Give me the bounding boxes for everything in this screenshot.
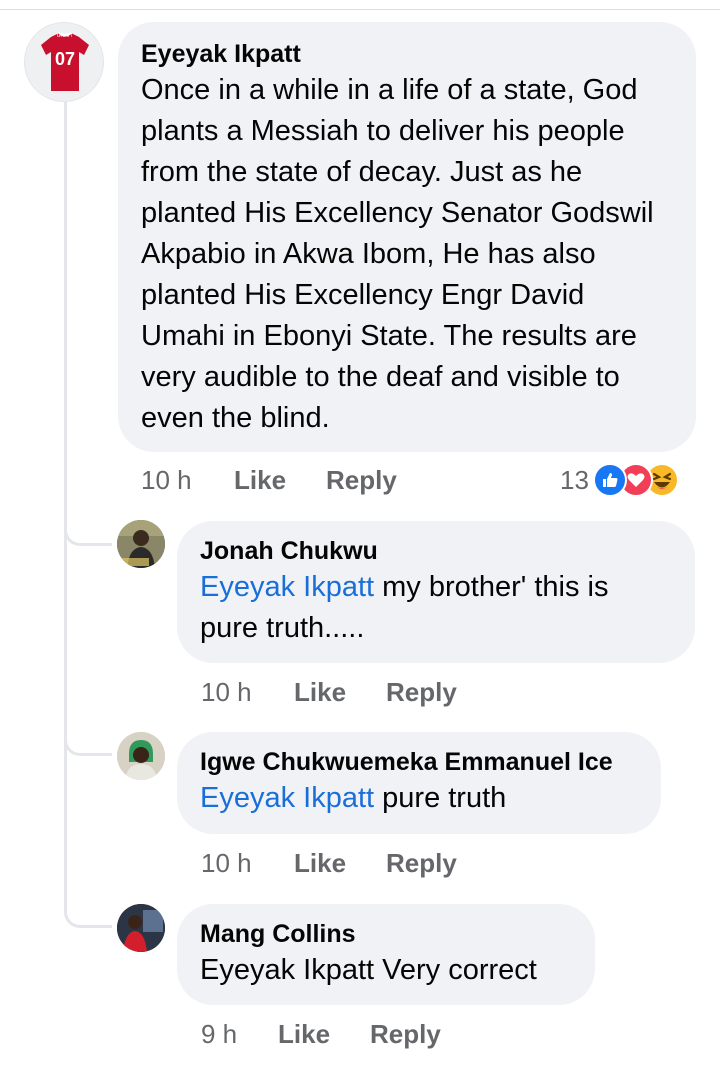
like-button[interactable]: Like (294, 848, 386, 879)
comment-text: Once in a while in a life of a state, Go… (141, 74, 654, 434)
avatar-number: 07 (55, 49, 75, 69)
reply-author[interactable]: Igwe Chukwuemeka Emmanuel Ice (200, 746, 639, 778)
avatar[interactable] (117, 904, 165, 952)
profile-photo-icon (117, 732, 165, 780)
thread-connector (64, 518, 112, 546)
comment-actions: 10 h Like Reply (141, 462, 397, 498)
svg-text:GRATT: GRATT (57, 33, 74, 39)
reply-bubble: Jonah Chukwu Eyeyak Ikpatt my brother' t… (177, 521, 695, 663)
comment-time[interactable]: 10 h (141, 465, 234, 496)
profile-photo-icon (117, 904, 165, 952)
like-icon (592, 463, 627, 497)
mention-link[interactable]: Eyeyak Ikpatt (200, 571, 374, 603)
reply-text: Eyeyak Ikpatt my brother' this is pure t… (200, 571, 609, 644)
reply-time[interactable]: 9 h (201, 1019, 278, 1050)
reply-actions: 10 h Like Reply (201, 845, 457, 881)
like-button[interactable]: Like (234, 465, 326, 496)
reply-text: Eyeyak Ikpatt pure truth (200, 782, 507, 814)
thread-connector (64, 728, 112, 756)
comment-author[interactable]: Eyeyak Ikpatt (141, 38, 674, 70)
reply-bubble: Mang Collins Eyeyak Ikpatt Very correct (177, 904, 595, 1005)
top-divider (0, 9, 720, 10)
reply-time[interactable]: 10 h (201, 677, 294, 708)
reply-time[interactable]: 10 h (201, 848, 294, 879)
reactions[interactable]: 13 (560, 462, 679, 498)
reply-button[interactable]: Reply (386, 677, 457, 708)
reply-button[interactable]: Reply (370, 1019, 441, 1050)
reply-bubble: Igwe Chukwuemeka Emmanuel Ice Eyeyak Ikp… (177, 732, 661, 834)
mention-link[interactable]: Eyeyak Ikpatt (200, 782, 374, 814)
reply-button[interactable]: Reply (326, 465, 397, 496)
like-button[interactable]: Like (278, 1019, 370, 1050)
reply-button[interactable]: Reply (386, 848, 457, 879)
like-button[interactable]: Like (294, 677, 386, 708)
reply-actions: 9 h Like Reply (201, 1016, 441, 1052)
reply-author[interactable]: Jonah Chukwu (200, 535, 673, 567)
thread-line (64, 100, 67, 910)
avatar[interactable] (117, 732, 165, 780)
avatar[interactable]: GRATT 07 (24, 22, 104, 102)
reply-actions: 10 h Like Reply (201, 674, 457, 710)
profile-photo-icon (117, 520, 165, 568)
comment-bubble: Eyeyak Ikpatt Once in a while in a life … (118, 22, 696, 452)
reply-text: Eyeyak Ikpatt Very correct (200, 954, 537, 986)
avatar[interactable] (117, 520, 165, 568)
reply-author[interactable]: Mang Collins (200, 918, 573, 950)
reaction-count: 13 (560, 464, 589, 495)
thread-connector (64, 900, 112, 928)
jersey-icon: GRATT 07 (41, 32, 89, 91)
